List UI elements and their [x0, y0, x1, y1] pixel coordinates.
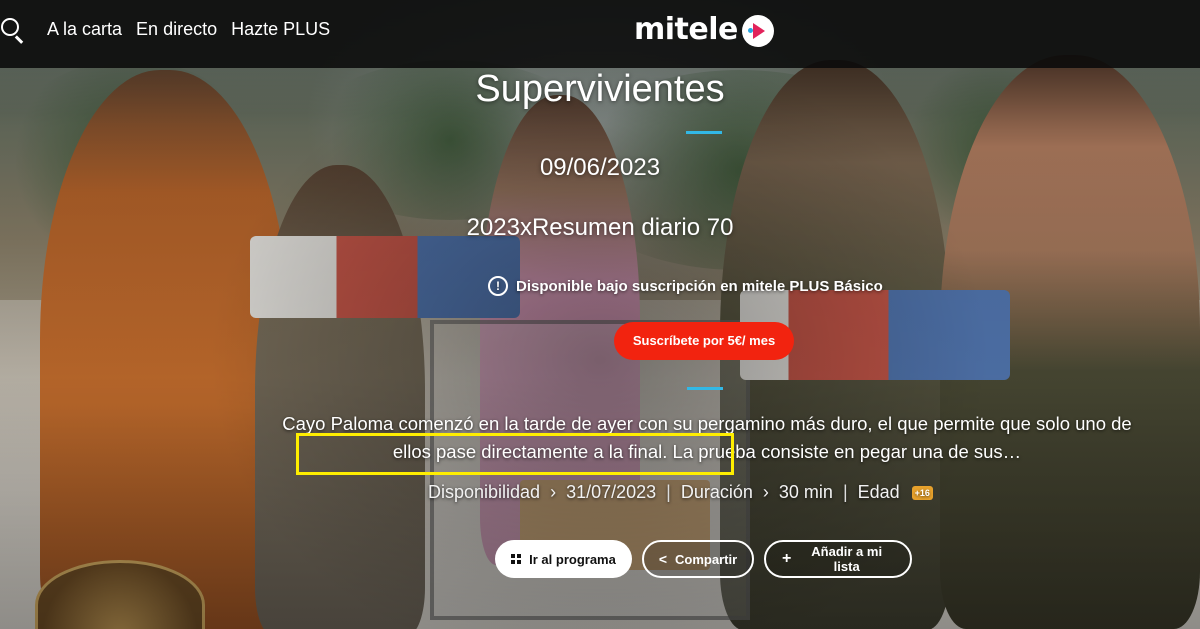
meta-availability-value: 31/07/2023 — [566, 482, 657, 502]
info-icon: ! — [488, 276, 508, 296]
episode-actions: Ir al programa < Compartir + Añadir a mi… — [495, 540, 912, 578]
highlight-annotation — [296, 433, 734, 475]
nav-link-hazte-plus[interactable]: Hazte PLUS — [231, 19, 330, 40]
meta-duration-label: Duración — [680, 482, 753, 502]
meta-availability-label: Disponibilidad — [428, 482, 541, 502]
episode-name: 2023xResumen diario 70 — [466, 214, 734, 241]
add-to-list-button[interactable]: + Añadir a mi lista — [764, 540, 912, 578]
availability-notice: ! Disponible bajo suscripción en mitele … — [488, 276, 883, 296]
section-divider — [687, 387, 723, 390]
meta-age-label: Edad — [857, 482, 900, 502]
go-to-program-button[interactable]: Ir al programa — [495, 540, 632, 578]
meta-separator: | — [666, 482, 671, 502]
add-to-list-label: Añadir a mi lista — [811, 544, 883, 574]
episode-date: 09/06/2023 — [539, 154, 661, 181]
brand-name: mitele — [634, 12, 738, 47]
search-icon-handle — [15, 35, 24, 44]
share-button[interactable]: < Compartir — [642, 540, 754, 578]
mitele-logo[interactable]: mitele — [634, 12, 774, 47]
share-icon: < — [658, 551, 668, 567]
chevron-right-icon: › — [550, 482, 557, 502]
age-rating-badge: +16 — [911, 485, 933, 500]
share-label: Compartir — [675, 551, 738, 567]
availability-text: Disponible bajo suscripción en mitele PL… — [516, 277, 883, 295]
episode-meta: Disponibilidad › 31/07/2023 | Duración ›… — [428, 482, 933, 503]
title-divider — [686, 131, 722, 134]
search-icon[interactable] — [0, 16, 26, 44]
meta-separator: | — [842, 482, 848, 502]
plus-icon: + — [782, 550, 792, 567]
go-to-program-label: Ir al programa — [529, 551, 616, 567]
main-nav: A la carta En directo Hazte PLUS — [47, 19, 330, 40]
nav-link-a-la-carta[interactable]: A la carta — [47, 19, 122, 40]
nav-link-en-directo[interactable]: En directo — [136, 19, 217, 40]
grid-icon — [511, 554, 522, 564]
chevron-right-icon: › — [762, 482, 769, 502]
top-navigation-bar: A la carta En directo Hazte PLUS mitele — [0, 0, 1200, 68]
play-logo-icon — [741, 14, 774, 47]
subscribe-button[interactable]: Suscríbete por 5€/ mes — [614, 322, 794, 360]
meta-duration-value: 30 min — [778, 482, 833, 502]
program-title: Supervivientes — [475, 68, 725, 110]
search-icon-ring — [1, 18, 19, 36]
